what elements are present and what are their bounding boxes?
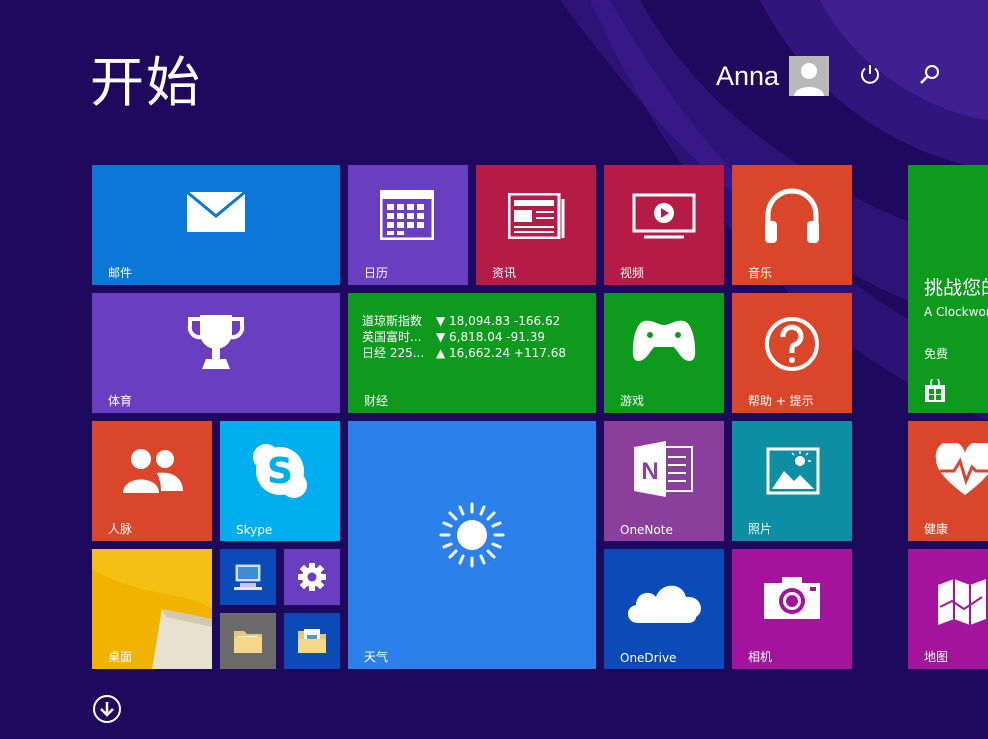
- app-subtitle: A Clockwork: [924, 305, 988, 319]
- power-icon: [858, 62, 882, 86]
- app-title: 挑战您的: [924, 273, 988, 300]
- gamepad-icon: [630, 317, 698, 365]
- tile-label: 邮件: [108, 264, 132, 281]
- tile-label: 视频: [620, 264, 644, 281]
- mail-icon: [187, 192, 245, 232]
- tile-pc-settings[interactable]: [284, 549, 340, 605]
- tile-help[interactable]: 帮助 + 提示: [732, 293, 852, 413]
- video-icon: [632, 193, 696, 239]
- tile-games[interactable]: 游戏: [604, 293, 724, 413]
- tile-desktop[interactable]: 桌面: [92, 549, 212, 669]
- tile-label: 体育: [108, 392, 132, 409]
- tile-maps[interactable]: 地图: [908, 549, 988, 669]
- newspaper-icon: [508, 193, 566, 239]
- tile-people[interactable]: 人脉: [92, 421, 212, 541]
- trophy-icon: [184, 311, 248, 375]
- tile-label: 日历: [364, 264, 388, 281]
- user-account[interactable]: Anna: [716, 56, 829, 96]
- tile-skype[interactable]: S Skype: [220, 421, 340, 541]
- onenote-icon: N: [632, 439, 696, 499]
- tile-onenote[interactable]: N OneNote: [604, 421, 724, 541]
- tile-label: 照片: [748, 520, 772, 537]
- calendar-icon: [380, 190, 434, 240]
- tile-label: OneDrive: [620, 651, 676, 665]
- tile-label: OneNote: [620, 523, 673, 537]
- stock-row: 日经 225... ▲ 16,662.24 +117.68: [362, 345, 566, 361]
- people-icon: [119, 445, 185, 495]
- stock-list: 道琼斯指数 ▼ 18,094.83 -166.62 英国富时... ▼ 6,81…: [362, 313, 566, 361]
- tile-label: 游戏: [620, 392, 644, 409]
- documents-folder-icon: [296, 625, 328, 657]
- gear-icon: [297, 562, 327, 592]
- tile-health[interactable]: 健康: [908, 421, 988, 541]
- tile-label: 地图: [924, 648, 948, 665]
- tile-music[interactable]: 音乐: [732, 165, 852, 285]
- headphones-icon: [762, 185, 822, 247]
- folder-icon: [232, 625, 264, 657]
- svg-text:S: S: [267, 451, 293, 492]
- tile-label: 人脉: [108, 520, 132, 537]
- power-button[interactable]: [858, 62, 882, 86]
- tile-documents[interactable]: [284, 613, 340, 669]
- sun-icon: [438, 501, 506, 569]
- map-icon: [936, 577, 988, 627]
- tile-label: Skype: [236, 523, 272, 537]
- arrow-down-circle-icon: [92, 694, 122, 724]
- user-name: Anna: [716, 61, 779, 92]
- skype-icon: S: [250, 441, 310, 501]
- tile-label: 帮助 + 提示: [748, 392, 814, 409]
- tile-label: 天气: [364, 648, 388, 665]
- tile-label: 资讯: [492, 264, 516, 281]
- tile-camera[interactable]: 相机: [732, 549, 852, 669]
- avatar[interactable]: [789, 56, 829, 96]
- tile-label: 健康: [924, 520, 948, 537]
- tile-sports[interactable]: 体育: [92, 293, 340, 413]
- stock-row: 道琼斯指数 ▼ 18,094.83 -166.62: [362, 313, 566, 329]
- tile-video[interactable]: 视频: [604, 165, 724, 285]
- stock-row: 英国富时... ▼ 6,818.04 -91.39: [362, 329, 566, 345]
- tile-calendar[interactable]: 日历: [348, 165, 468, 285]
- cloud-icon: [624, 577, 706, 625]
- photo-icon: [766, 447, 820, 495]
- help-icon: [763, 315, 821, 373]
- start-title: 开始: [90, 38, 202, 117]
- store-icon: [924, 379, 946, 403]
- camera-icon: [762, 575, 822, 621]
- all-apps-button[interactable]: [92, 694, 122, 724]
- app-price: 免费: [924, 345, 948, 362]
- search-button[interactable]: [918, 62, 942, 86]
- tile-label: 财经: [364, 392, 388, 409]
- tile-store-app[interactable]: 挑战您的 A Clockwork 免费: [908, 165, 988, 413]
- heart-icon: [934, 443, 988, 497]
- svg-text:N: N: [641, 458, 658, 485]
- tile-weather[interactable]: 天气: [348, 421, 596, 669]
- user-icon: [789, 56, 829, 96]
- tile-label: 桌面: [108, 648, 132, 665]
- tile-onedrive[interactable]: OneDrive: [604, 549, 724, 669]
- tile-file-explorer[interactable]: [220, 613, 276, 669]
- tile-photos[interactable]: 照片: [732, 421, 852, 541]
- tile-label: 音乐: [748, 264, 772, 281]
- tile-finance[interactable]: 道琼斯指数 ▼ 18,094.83 -166.62 英国富时... ▼ 6,81…: [348, 293, 596, 413]
- computer-icon: [232, 563, 264, 591]
- search-icon: [918, 62, 942, 86]
- tile-label: 相机: [748, 648, 772, 665]
- tile-this-pc[interactable]: [220, 549, 276, 605]
- tile-news[interactable]: 资讯: [476, 165, 596, 285]
- tile-mail[interactable]: 邮件: [92, 165, 340, 285]
